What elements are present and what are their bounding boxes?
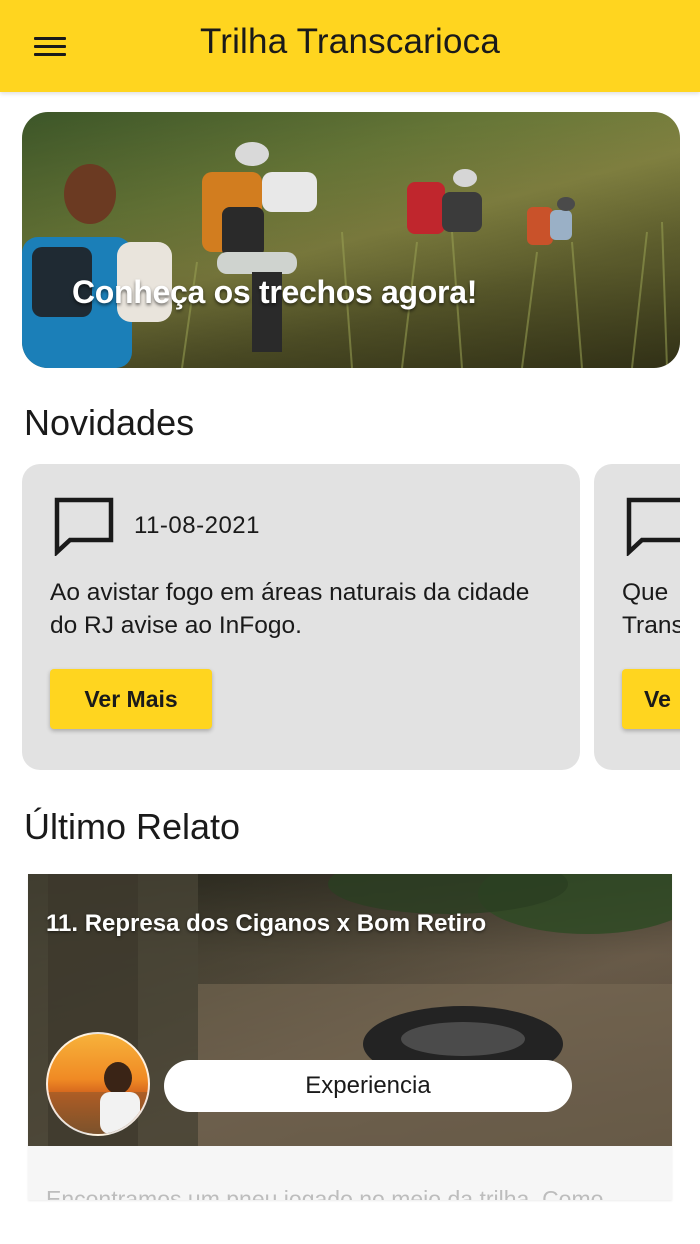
report-excerpt: Encontramos um pneu jogado no meio da tr… <box>46 1186 604 1200</box>
chat-bubble-icon <box>54 497 114 556</box>
ver-mais-button[interactable]: Ve <box>622 669 680 729</box>
report-caption: 11. Represa dos Ciganos x Bom Retiro <box>46 910 487 937</box>
app-title: Trilha Transcarioca <box>199 22 501 61</box>
hero-caption: Conheça os trechos agora! <box>72 274 478 310</box>
news-text: Que Trans <box>622 576 680 642</box>
experience-badge[interactable]: Experiencia <box>164 1060 572 1112</box>
chat-bubble-icon <box>626 497 680 556</box>
news-card: 11-08-2021 Ao avistar fogo em áreas natu… <box>22 464 580 770</box>
ver-mais-button[interactable]: Ver Mais <box>50 669 212 729</box>
last-report-card[interactable]: 11. Represa dos Ciganos x Bom Retiro Exp… <box>28 874 672 1200</box>
news-text-line: Trans <box>622 612 680 639</box>
news-carousel[interactable]: 11-08-2021 Ao avistar fogo em áreas natu… <box>0 464 680 772</box>
news-date: 11-08-2021 <box>134 512 260 539</box>
news-card: Que Trans Ve <box>594 464 680 770</box>
news-text: Ao avistar fogo em áreas naturais da cid… <box>50 579 530 639</box>
avatar-photo <box>48 1062 148 1134</box>
trail-photo: 11. Represa dos Ciganos x Bom Retiro Exp… <box>28 874 672 1146</box>
hero-banner[interactable]: Conheça os trechos agora! <box>22 112 680 368</box>
app-bar: Trilha Transcarioca <box>0 0 700 92</box>
last-report-section-title: Último Relato <box>24 806 241 847</box>
news-section-title: Novidades <box>24 402 195 443</box>
hikers-photo <box>22 142 668 368</box>
user-avatar[interactable] <box>46 1032 150 1136</box>
news-text-line: Que <box>622 579 669 606</box>
